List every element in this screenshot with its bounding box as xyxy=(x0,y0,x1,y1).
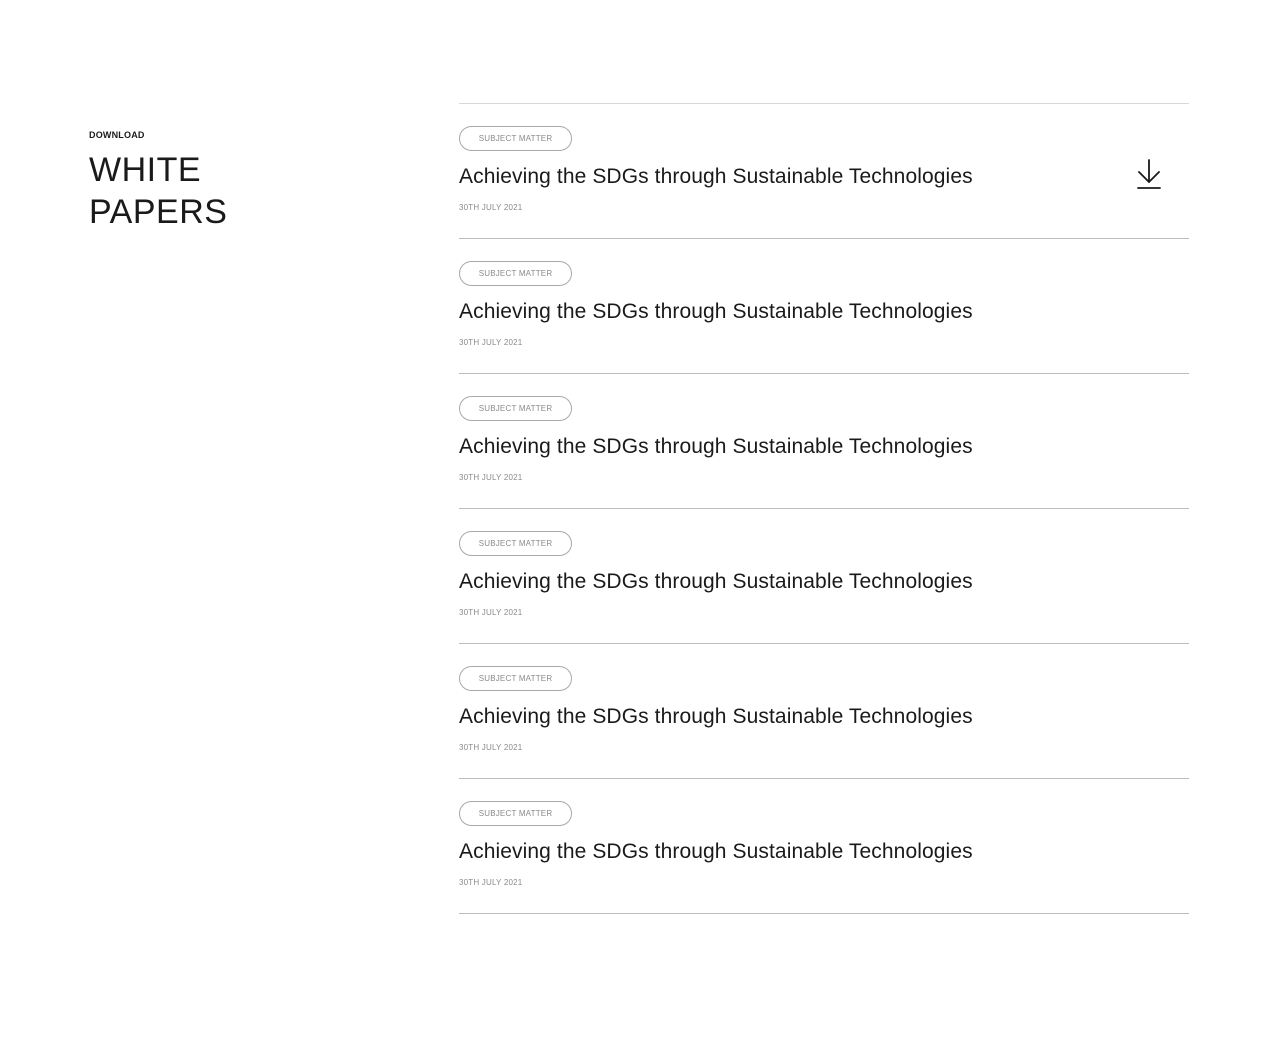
page-title-line-1: WHITE xyxy=(89,151,202,189)
white-paper-list: SUBJECT MATTER Achieving the SDGs throug… xyxy=(459,103,1189,914)
white-paper-title[interactable]: Achieving the SDGs through Sustainable T… xyxy=(459,704,973,730)
subject-tag[interactable]: SUBJECT MATTER xyxy=(459,126,572,151)
white-paper-date: 30TH JULY 2021 xyxy=(459,203,523,212)
white-paper-item[interactable]: SUBJECT MATTER Achieving the SDGs throug… xyxy=(459,239,1189,374)
white-paper-title[interactable]: Achieving the SDGs through Sustainable T… xyxy=(459,299,973,325)
white-paper-title[interactable]: Achieving the SDGs through Sustainable T… xyxy=(459,569,973,595)
download-arrow-icon[interactable] xyxy=(1136,158,1162,190)
white-paper-item[interactable]: SUBJECT MATTER Achieving the SDGs throug… xyxy=(459,644,1189,779)
white-paper-date: 30TH JULY 2021 xyxy=(459,608,523,617)
white-paper-date: 30TH JULY 2021 xyxy=(459,473,523,482)
page-title: WHITE PAPERS xyxy=(89,149,227,233)
white-paper-date: 30TH JULY 2021 xyxy=(459,743,523,752)
section-eyebrow: DOWNLOAD xyxy=(89,130,145,140)
section-header: DOWNLOAD WHITE PAPERS xyxy=(89,129,227,233)
white-paper-item[interactable]: SUBJECT MATTER Achieving the SDGs throug… xyxy=(459,779,1189,914)
white-paper-date: 30TH JULY 2021 xyxy=(459,878,523,887)
white-paper-item[interactable]: SUBJECT MATTER Achieving the SDGs throug… xyxy=(459,104,1189,239)
white-paper-item[interactable]: SUBJECT MATTER Achieving the SDGs throug… xyxy=(459,509,1189,644)
subject-tag[interactable]: SUBJECT MATTER xyxy=(459,801,572,826)
white-paper-item[interactable]: SUBJECT MATTER Achieving the SDGs throug… xyxy=(459,374,1189,509)
page-title-line-2: PAPERS xyxy=(89,193,228,231)
white-paper-title[interactable]: Achieving the SDGs through Sustainable T… xyxy=(459,164,973,190)
white-paper-date: 30TH JULY 2021 xyxy=(459,338,523,347)
white-paper-title[interactable]: Achieving the SDGs through Sustainable T… xyxy=(459,839,973,865)
subject-tag[interactable]: SUBJECT MATTER xyxy=(459,396,572,421)
subject-tag[interactable]: SUBJECT MATTER xyxy=(459,666,572,691)
subject-tag[interactable]: SUBJECT MATTER xyxy=(459,531,572,556)
white-paper-title[interactable]: Achieving the SDGs through Sustainable T… xyxy=(459,434,973,460)
subject-tag[interactable]: SUBJECT MATTER xyxy=(459,261,572,286)
